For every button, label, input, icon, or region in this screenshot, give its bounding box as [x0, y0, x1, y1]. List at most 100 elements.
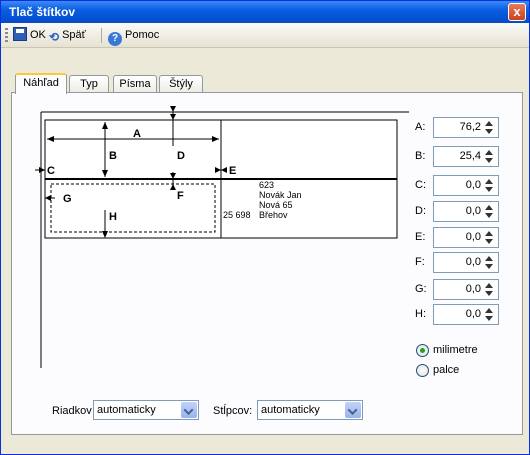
field-c-label: C:: [415, 179, 426, 191]
dim-d-arrow-up: [170, 106, 176, 112]
field-h-value: 0,0: [465, 308, 481, 320]
field-d-input[interactable]: 0,0: [433, 201, 499, 222]
dialog-window: Tlač štítkov x OK ⟲ Späť ? Pomoc Náhľad Ty…: [0, 0, 530, 455]
tab-preview-label: Náhľad: [23, 77, 59, 89]
sample-line-3: Nová 65: [259, 200, 293, 210]
dim-h-label: H: [109, 211, 117, 223]
tab-fonts[interactable]: Písma: [113, 75, 157, 93]
spin-down-icon[interactable]: [485, 239, 493, 244]
save-icon: [13, 27, 27, 41]
spin-up-icon[interactable]: [485, 283, 493, 288]
dim-c-arrow: [39, 167, 45, 173]
close-icon: x: [513, 4, 521, 19]
field-d-value: 0,0: [465, 205, 481, 217]
tab-styles[interactable]: Štýly: [159, 75, 203, 93]
toolbar: OK ⟲ Späť ? Pomoc: [1, 23, 529, 48]
dim-g-label: G: [63, 193, 72, 205]
field-h-spinner[interactable]: [483, 306, 497, 323]
rows-value: automaticky: [97, 404, 156, 416]
cols-select[interactable]: automaticky: [257, 400, 363, 420]
dim-d-arrow-down: [170, 114, 176, 120]
field-d-spinner[interactable]: [483, 203, 497, 220]
chevron-down-icon[interactable]: [181, 402, 197, 418]
dim-c-label: C: [47, 165, 55, 177]
tab-preview[interactable]: Náhľad: [15, 73, 67, 94]
field-b-input[interactable]: 25,4: [433, 146, 499, 167]
field-e-label: E:: [415, 231, 426, 243]
sample-line-4: Břehov: [259, 210, 288, 220]
field-f-spinner[interactable]: [483, 254, 497, 271]
field-b-spinner[interactable]: [483, 148, 497, 165]
tab-styles-label: Štýly: [169, 78, 193, 90]
spin-down-icon[interactable]: [485, 187, 493, 192]
dim-d-label: D: [177, 150, 185, 162]
spin-up-icon[interactable]: [485, 205, 493, 210]
field-a-value: 76,2: [459, 121, 481, 133]
sample-line-1: 623: [259, 180, 274, 190]
field-g-spinner[interactable]: [483, 281, 497, 298]
dim-e-label: E: [229, 165, 236, 177]
title-bar: Tlač štítkov x: [1, 1, 529, 23]
close-button[interactable]: x: [508, 3, 526, 21]
field-b-value: 25,4: [459, 150, 481, 162]
field-f-input[interactable]: 0,0: [433, 252, 499, 273]
undo-icon: ⟲: [49, 30, 60, 44]
spin-down-icon[interactable]: [485, 213, 493, 218]
field-g-input[interactable]: 0,0: [433, 279, 499, 300]
spin-up-icon[interactable]: [485, 231, 493, 236]
spin-up-icon[interactable]: [485, 150, 493, 155]
tab-type[interactable]: Typ: [69, 75, 109, 93]
cols-label: Stĺpcov:: [213, 405, 253, 417]
rows-select[interactable]: automaticky: [93, 400, 199, 420]
help-icon: ?: [108, 32, 122, 46]
back-button[interactable]: ⟲ Späť: [49, 27, 86, 44]
field-a-spinner[interactable]: [483, 119, 497, 136]
dim-b-label: B: [109, 150, 117, 162]
spin-up-icon[interactable]: [485, 256, 493, 261]
sample-postal: 25 698: [223, 210, 251, 220]
spin-down-icon[interactable]: [485, 291, 493, 296]
spin-up-icon[interactable]: [485, 308, 493, 313]
field-a: A: 76,2: [415, 117, 515, 139]
field-h-label: H:: [415, 308, 426, 320]
field-g: G: 0,0: [415, 279, 515, 301]
label-cell-3: [44, 178, 222, 239]
field-g-label: G:: [415, 283, 427, 295]
field-c-spinner[interactable]: [483, 177, 497, 194]
field-f-label: F:: [415, 256, 425, 268]
rows-label: Riadkov: [52, 405, 92, 417]
spin-up-icon[interactable]: [485, 121, 493, 126]
tab-type-label: Typ: [80, 78, 98, 90]
field-e-input[interactable]: 0,0: [433, 227, 499, 248]
radio-checked-icon[interactable]: [416, 344, 429, 357]
tab-fonts-label: Písma: [119, 78, 151, 90]
spin-down-icon[interactable]: [485, 316, 493, 321]
field-c-input[interactable]: 0,0: [433, 175, 499, 196]
field-e-value: 0,0: [465, 231, 481, 243]
dim-f-label: F: [177, 190, 184, 202]
field-e-spinner[interactable]: [483, 229, 497, 246]
field-g-value: 0,0: [465, 283, 481, 295]
toolbar-grip[interactable]: [5, 28, 8, 42]
spin-down-icon[interactable]: [485, 264, 493, 269]
chevron-down-icon[interactable]: [345, 402, 361, 418]
spin-down-icon[interactable]: [485, 129, 493, 134]
toolbar-separator: [101, 28, 102, 43]
help-button[interactable]: ? Pomoc: [108, 27, 160, 46]
field-d: D: 0,0: [415, 201, 515, 223]
ok-button[interactable]: OK: [13, 27, 46, 44]
window-title: Tlač štítkov: [9, 5, 76, 19]
field-f-value: 0,0: [465, 256, 481, 268]
help-label: Pomoc: [125, 29, 160, 41]
spin-down-icon[interactable]: [485, 158, 493, 163]
dim-a-label: A: [133, 128, 141, 140]
radio-unchecked-icon[interactable]: [416, 364, 429, 377]
field-a-input[interactable]: 76,2: [433, 117, 499, 138]
field-a-label: A:: [415, 121, 426, 133]
label-cell-2: [220, 119, 398, 180]
field-h-input[interactable]: 0,0: [433, 304, 499, 325]
field-c: C: 0,0: [415, 175, 515, 197]
cols-value: automaticky: [261, 404, 320, 416]
label-preview: A B C D E F G H 623 Novák Jan Nová 65 Bř…: [35, 106, 409, 368]
spin-up-icon[interactable]: [485, 179, 493, 184]
